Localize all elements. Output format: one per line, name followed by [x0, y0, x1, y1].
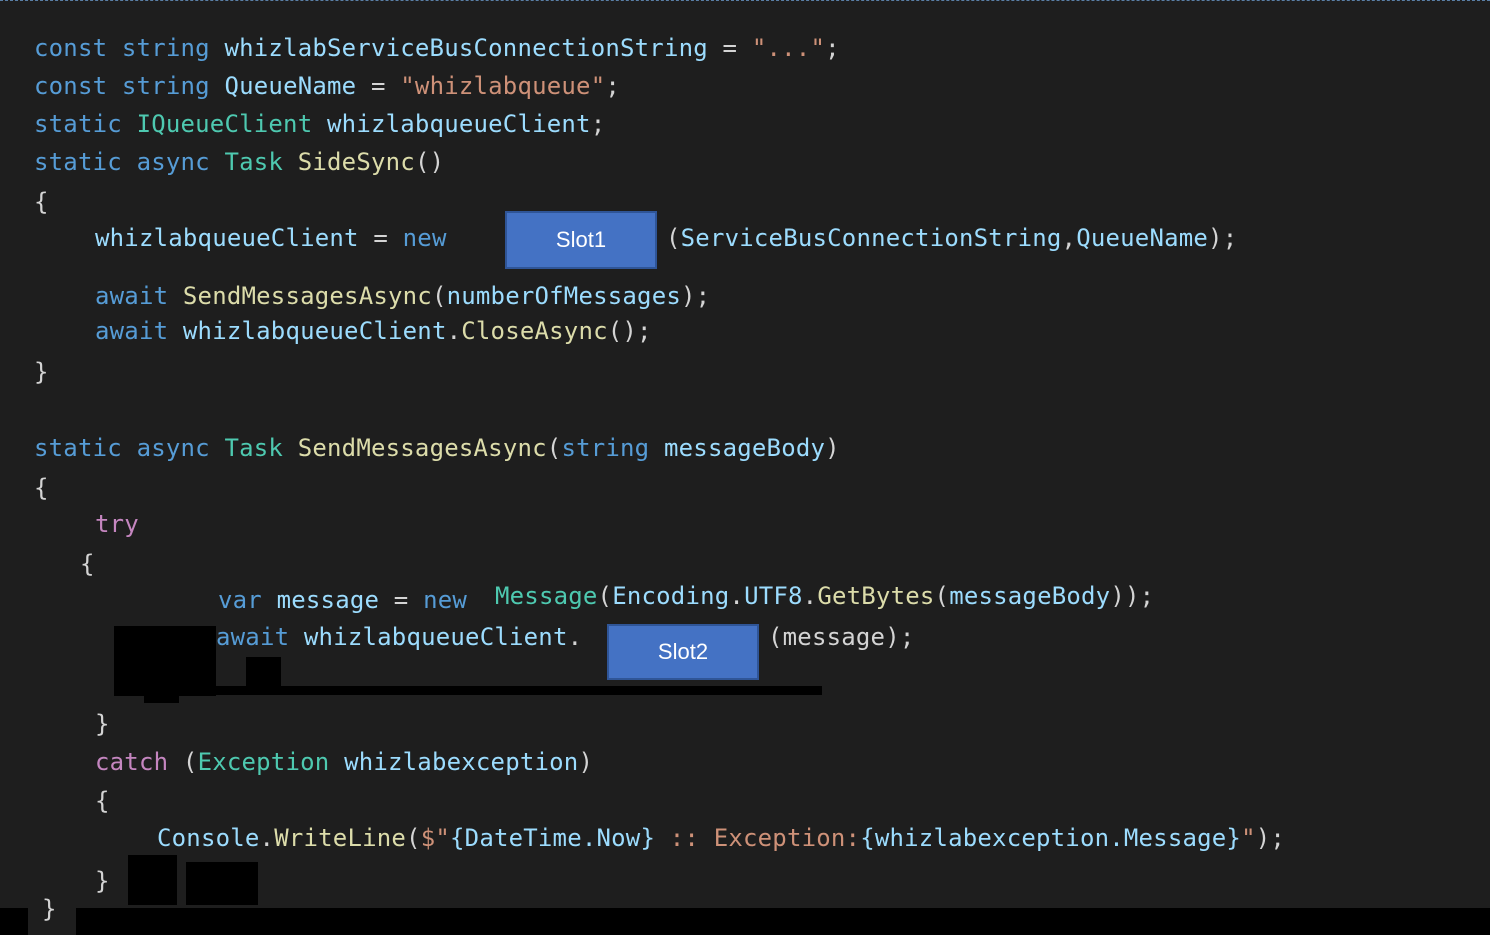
- code-line-11: {: [34, 474, 49, 502]
- code-line-14a: var message = new: [218, 586, 468, 614]
- code-line-1: const string whizlabServiceBusConnection…: [34, 34, 840, 62]
- code-line-10: static async Task SendMessagesAsync(stri…: [34, 434, 840, 462]
- code-line-5: {: [34, 188, 49, 216]
- editor-top-border: [0, 0, 1490, 1]
- slot2-dropzone[interactable]: Slot2: [607, 624, 759, 680]
- code-line-9: }: [34, 358, 49, 386]
- code-line-17: catch (Exception whizlabexception): [95, 748, 594, 776]
- code-line-21: }: [42, 895, 57, 923]
- code-line-16: }: [95, 710, 110, 738]
- code-line-6: whizlabqueueClient = new: [95, 224, 447, 252]
- code-line-13: {: [80, 550, 95, 578]
- redaction-block: [128, 855, 177, 905]
- code-line-15: await whizlabqueueClient.: [216, 623, 583, 651]
- slot1-dropzone[interactable]: Slot1: [505, 211, 657, 269]
- code-line-2: const string QueueName = "whizlabqueue";: [34, 72, 621, 100]
- code-line-4: static async Task SideSync(): [34, 148, 445, 176]
- code-line-12: try: [95, 510, 139, 538]
- code-line-3: static IQueueClient whizlabqueueClient;: [34, 110, 606, 138]
- redaction-block: [186, 862, 258, 905]
- code-line-20: }: [95, 867, 110, 895]
- code-line-15-args: (message);: [768, 623, 915, 651]
- code-line-8: await whizlabqueueClient.CloseAsync();: [95, 317, 652, 345]
- code-line-7: await SendMessagesAsync(numberOfMessages…: [95, 282, 711, 310]
- redaction-block: [246, 657, 281, 689]
- code-line-14b: Message(Encoding.UTF8.GetBytes(messageBo…: [495, 582, 1155, 610]
- code-line-19: Console.WriteLine($"{DateTime.Now} :: Ex…: [157, 824, 1286, 852]
- bottom-bar: [0, 908, 1490, 935]
- redaction-block: [144, 690, 179, 703]
- code-line-6-args: (ServiceBusConnectionString,QueueName);: [666, 224, 1238, 252]
- code-line-18: {: [95, 787, 110, 815]
